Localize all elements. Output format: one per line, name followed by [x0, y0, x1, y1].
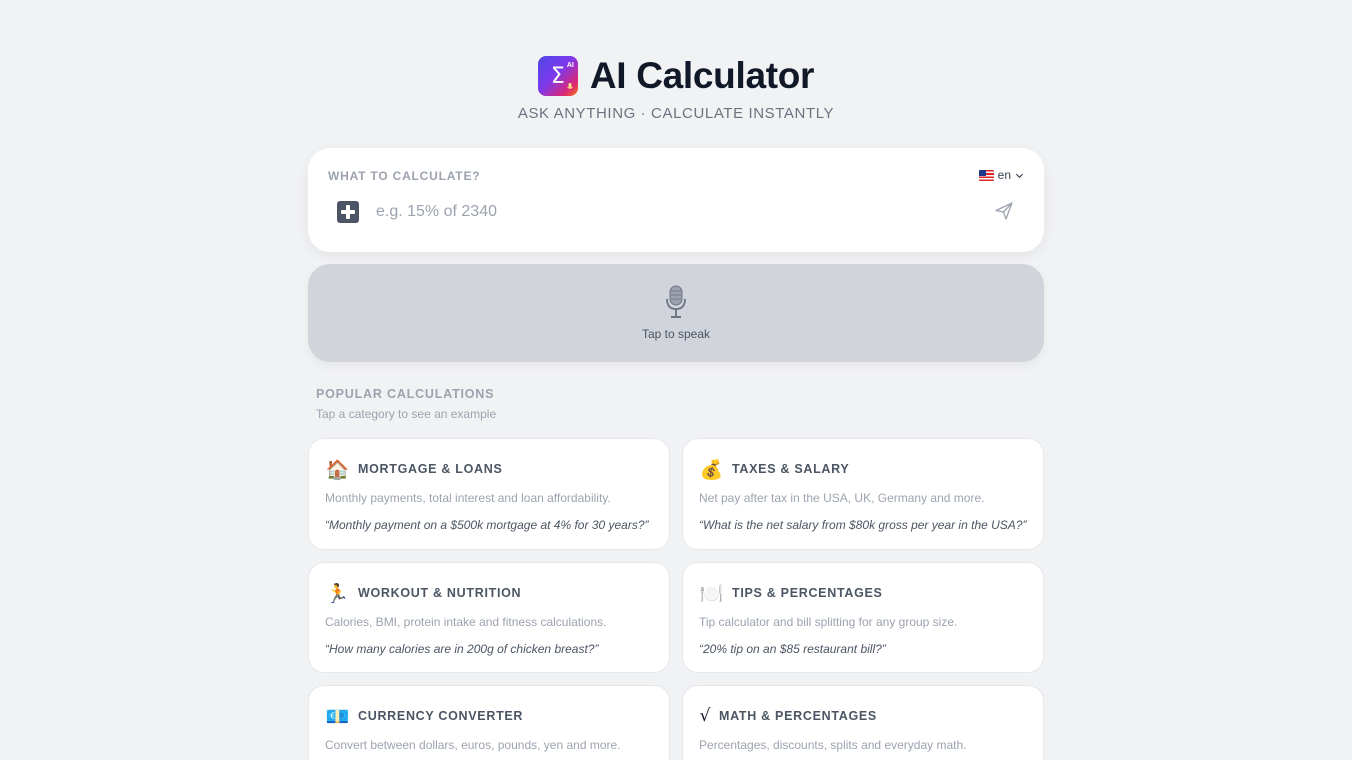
voice-label: Tap to speak — [641, 327, 711, 341]
chevron-down-icon — [1015, 173, 1024, 178]
card-header: 🍽️ TIPS & PERCENTAGES — [699, 581, 883, 605]
input-label: WHAT TO CALCULATE? — [328, 169, 481, 183]
card-title: CURRENCY CONVERTER — [358, 709, 524, 723]
category-card-currency[interactable]: 💶 CURRENCY CONVERTER Convert between dol… — [308, 685, 670, 760]
card-description: Monthly payments, total interest and loa… — [325, 491, 611, 505]
card-description: Convert between dollars, euros, pounds, … — [325, 738, 621, 752]
card-description: Tip calculator and bill splitting for an… — [699, 615, 958, 629]
category-card-mortgage[interactable]: 🏠 MORTGAGE & LOANS Monthly payments, tot… — [308, 438, 670, 550]
category-card-workout[interactable]: 🏃 WORKOUT & NUTRITION Calories, BMI, pro… — [308, 562, 670, 673]
card-example: “How many calories are in 200g of chicke… — [325, 642, 599, 656]
add-button[interactable] — [335, 199, 361, 225]
category-card-taxes[interactable]: 💰 TAXES & SALARY Net pay after tax in th… — [682, 438, 1044, 550]
card-header: √ MATH & PERCENTAGES — [699, 704, 877, 728]
popular-section-subtitle: Tap a category to see an example — [316, 407, 497, 421]
page-title: AI Calculator — [589, 55, 815, 96]
calculation-input-card: WHAT TO CALCULATE? en — [308, 148, 1044, 252]
category-card-tips[interactable]: 🍽️ TIPS & PERCENTAGES Tip calculator and… — [682, 562, 1044, 673]
card-description: Percentages, discounts, splits and every… — [699, 738, 967, 752]
card-title: MORTGAGE & LOANS — [358, 462, 503, 476]
card-description: Calories, BMI, protein intake and fitnes… — [325, 615, 607, 629]
house-icon: 🏠 — [325, 458, 350, 481]
title-row: Σ AI AI Calculator — [0, 55, 1352, 97]
card-header: 🏃 WORKOUT & NUTRITION — [325, 581, 521, 605]
page: Σ AI AI Calculator ASK ANYTHING · CALCUL… — [0, 0, 1352, 760]
euro-banknote-icon: 💶 — [325, 705, 350, 728]
us-flag-icon — [978, 169, 994, 181]
card-header: 💶 CURRENCY CONVERTER — [325, 704, 523, 728]
plus-icon — [337, 201, 359, 223]
sigma-icon: Σ — [550, 63, 565, 89]
category-card-math[interactable]: √ MATH & PERCENTAGES Percentages, discou… — [682, 685, 1044, 760]
card-description: Net pay after tax in the USA, UK, German… — [699, 491, 985, 505]
square-root-icon: √ — [699, 706, 711, 726]
card-title: TAXES & SALARY — [732, 462, 850, 476]
card-example: “20% tip on an $85 restaurant bill?” — [699, 642, 886, 656]
runner-icon: 🏃 — [325, 582, 350, 605]
money-bag-icon: 💰 — [699, 458, 724, 481]
card-header: 💰 TAXES & SALARY — [699, 457, 849, 481]
card-title: WORKOUT & NUTRITION — [358, 586, 522, 600]
header: Σ AI AI Calculator ASK ANYTHING · CALCUL… — [0, 55, 1352, 122]
card-title: MATH & PERCENTAGES — [719, 709, 877, 723]
calculation-input[interactable] — [376, 200, 976, 224]
card-title: TIPS & PERCENTAGES — [732, 586, 883, 600]
language-code: en — [997, 168, 1011, 182]
voice-input-button[interactable]: Tap to speak — [308, 264, 1044, 362]
card-example: “What is the net salary from $80k gross … — [699, 518, 1027, 532]
language-selector[interactable]: en — [978, 168, 1024, 182]
plate-icon: 🍽️ — [699, 582, 724, 605]
logo-ai-label: AI — [566, 62, 574, 69]
popular-section-title: POPULAR CALCULATIONS — [316, 387, 495, 401]
app-logo: Σ AI — [537, 56, 578, 96]
card-header: 🏠 MORTGAGE & LOANS — [325, 457, 503, 481]
logo-mic-icon — [567, 83, 573, 93]
microphone-icon — [666, 285, 686, 318]
send-icon[interactable] — [994, 201, 1014, 221]
card-example: “Monthly payment on a $500k mortgage at … — [325, 518, 649, 532]
page-subtitle: ASK ANYTHING · CALCULATE INSTANTLY — [517, 105, 835, 122]
